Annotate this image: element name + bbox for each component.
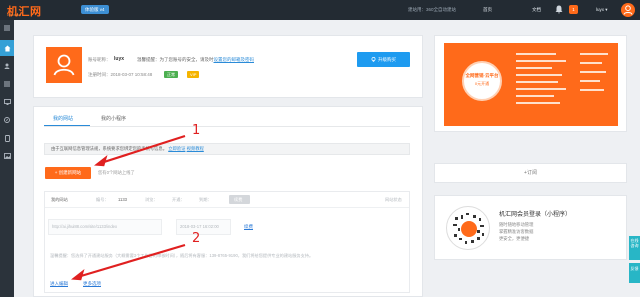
qr-code bbox=[446, 206, 490, 250]
promo-banner[interactable]: 全网营销·云平台 0元开通 bbox=[444, 43, 618, 126]
subscribe-button[interactable]: +订阅 bbox=[434, 163, 627, 183]
promo-title: 全网营销·云平台 bbox=[465, 73, 499, 78]
miniprogram-line-2: 掌握精准访客数据 bbox=[499, 229, 534, 234]
arrow-2-head bbox=[71, 269, 85, 281]
miniprogram-title: 机汇网会员登录（小程序） bbox=[499, 212, 572, 218]
qr-code-icon bbox=[453, 213, 484, 244]
annotation-number-2: 2 bbox=[192, 231, 201, 246]
promo-feature-list bbox=[516, 53, 576, 115]
arrow-1-head bbox=[94, 155, 108, 167]
promo-feature-list-2 bbox=[580, 53, 610, 115]
arrow-1-line bbox=[103, 134, 186, 164]
feedback-button[interactable]: 反馈 bbox=[629, 263, 640, 283]
arrow-2-line bbox=[80, 243, 186, 278]
promo-subtitle: 0元开通 bbox=[474, 81, 490, 86]
online-consult-button[interactable]: 在线咨询 bbox=[629, 236, 640, 260]
miniprogram-line-3: 更安全，更便捷 bbox=[499, 236, 530, 241]
miniprogram-card: 机汇网会员登录（小程序） 随时随地移动管理 掌握精准访客数据 更安全，更便捷 bbox=[434, 195, 627, 260]
miniprogram-line-1: 随时随地移动管理 bbox=[499, 222, 534, 227]
annotation-number-1: 1 bbox=[192, 123, 201, 138]
